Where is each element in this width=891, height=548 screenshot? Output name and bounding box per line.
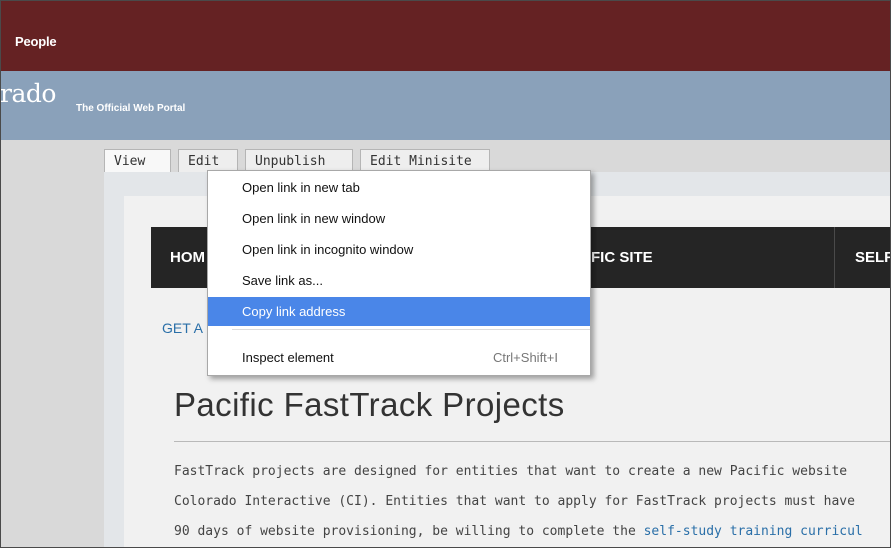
menu-item-label: Open link in incognito window xyxy=(242,242,414,257)
menu-item-inspect-element[interactable]: Inspect element Ctrl+Shift+I xyxy=(208,343,590,372)
menu-item-open-new-tab[interactable]: Open link in new tab xyxy=(208,173,590,202)
paragraph-line: 90 days of website provisioning, be will… xyxy=(174,524,863,539)
paragraph-line: Colorado Interactive (CI). Entities that… xyxy=(174,494,855,509)
portal-tagline: The Official Web Portal xyxy=(76,103,186,114)
tab-edit[interactable]: Edit xyxy=(178,149,238,172)
menu-item-label: Open link in new tab xyxy=(242,180,360,195)
context-menu: Open link in new tab Open link in new wi… xyxy=(207,170,591,376)
title-divider xyxy=(174,441,891,442)
get-started-link[interactable]: GET A xyxy=(162,320,203,336)
nav-item-self-study-training[interactable]: SELF-STUDY TRAINI xyxy=(855,227,891,288)
tab-unpublish[interactable]: Unpublish xyxy=(245,149,353,172)
nav-item-home[interactable]: HOM xyxy=(170,227,205,288)
browser-viewport: People rado The Official Web Portal View… xyxy=(0,0,891,548)
menu-item-open-incognito[interactable]: Open link in incognito window xyxy=(208,235,590,264)
menu-item-open-new-window[interactable]: Open link in new window xyxy=(208,204,590,233)
admin-toolbar: People xyxy=(0,0,891,71)
menu-item-shortcut: Ctrl+Shift+I xyxy=(492,350,558,365)
menu-item-copy-link-address[interactable]: Copy link address xyxy=(208,297,590,326)
portal-logo[interactable]: rado xyxy=(0,79,56,109)
menu-item-save-link-as[interactable]: Save link as... xyxy=(208,266,590,295)
menu-item-label: Inspect element xyxy=(242,350,334,365)
menu-item-label: Open link in new window xyxy=(242,211,386,226)
menu-item-label: Copy link address xyxy=(242,304,346,319)
menu-item-label: Save link as... xyxy=(242,273,323,288)
paragraph-text: 90 days of website provisioning, be will… xyxy=(174,524,644,539)
tab-edit-minisite[interactable]: Edit Minisite xyxy=(360,149,490,172)
paragraph-line: FastTrack projects are designed for enti… xyxy=(174,464,848,479)
people-link[interactable]: People xyxy=(15,34,57,49)
self-study-training-link[interactable]: self-study training curricul xyxy=(644,524,863,539)
menu-separator xyxy=(232,329,590,330)
nav-item-pacific-site[interactable]: FIC SITE xyxy=(591,227,653,288)
nav-divider xyxy=(834,227,835,288)
tab-view[interactable]: View xyxy=(104,149,171,172)
page-title: Pacific FastTrack Projects xyxy=(174,386,565,423)
